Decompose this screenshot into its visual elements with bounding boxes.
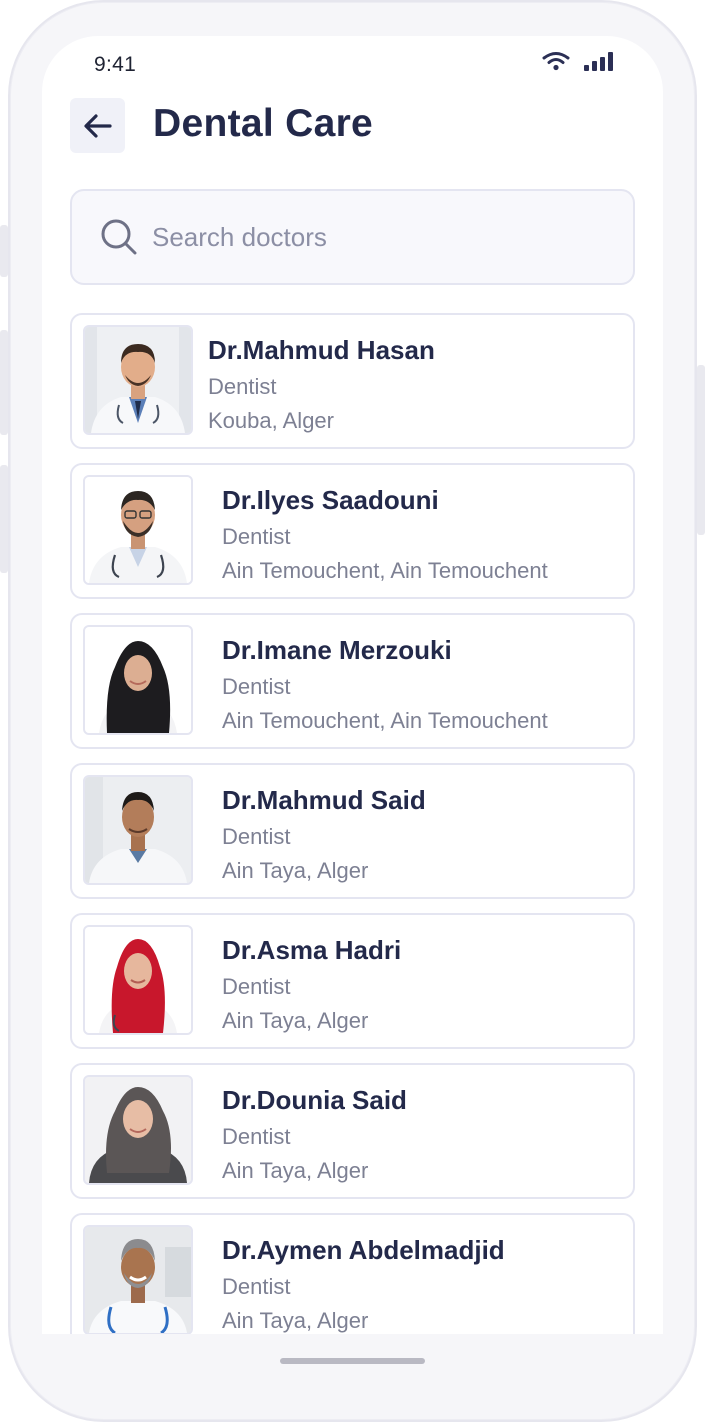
doctor-card[interactable]: Dr.Asma Hadri Dentist Ain Taya, Alger (70, 913, 635, 1049)
page-title: Dental Care (153, 102, 374, 145)
home-indicator-area (42, 1334, 663, 1386)
doctor-location: Ain Taya, Alger (222, 858, 369, 883)
doctor-specialty: Dentist (222, 1274, 291, 1299)
doctor-list: Dr.Mahmud Hasan Dentist Kouba, Alger Dr.… (70, 313, 635, 1334)
volume-down-button (0, 465, 8, 573)
doctor-info: Dr.Dounia Said Dentist Ain Taya, Alger (222, 1085, 407, 1184)
doctor-location: Ain Taya, Alger (222, 1008, 369, 1033)
search-icon (101, 219, 137, 255)
arrow-left-icon (83, 113, 112, 138)
doctor-photo (83, 475, 193, 585)
doctor-card[interactable]: Dr.Mahmud Said Dentist Ain Taya, Alger (70, 763, 635, 899)
doctor-photo (83, 775, 193, 885)
doctor-location: Ain Temouchent, Ain Temouchent (222, 708, 548, 733)
doctor-photo (83, 625, 193, 735)
doctor-specialty: Dentist (222, 974, 291, 999)
doctor-specialty: Dentist (222, 674, 291, 699)
doctor-card[interactable]: Dr.Aymen Abdelmadjid Dentist Ain Taya, A… (70, 1213, 635, 1334)
volume-up-button (0, 330, 8, 435)
doctor-info: Dr.Mahmud Said Dentist Ain Taya, Alger (222, 785, 426, 884)
doctor-name: Dr.Asma Hadri (222, 935, 402, 965)
doctor-name: Dr.Imane Merzouki (222, 635, 452, 665)
doctor-info: Dr.Asma Hadri Dentist Ain Taya, Alger (222, 935, 401, 1034)
doctor-photo (83, 925, 193, 1035)
doctor-card[interactable]: Dr.Ilyes Saadouni Dentist Ain Temouchent… (70, 463, 635, 599)
wifi-icon (542, 52, 570, 71)
doctor-info: Dr.Aymen Abdelmadjid Dentist Ain Taya, A… (222, 1235, 505, 1334)
doctor-specialty: Dentist (208, 374, 277, 399)
doctor-location: Kouba, Alger (208, 408, 334, 433)
doctor-location: Ain Taya, Alger (222, 1308, 369, 1333)
doctor-location: Ain Temouchent, Ain Temouchent (222, 558, 548, 583)
status-time: 9:41 (94, 53, 137, 76)
doctor-name: Dr.Ilyes Saadouni (222, 485, 439, 515)
mute-switch (0, 225, 8, 277)
home-indicator[interactable] (280, 1358, 425, 1364)
doctor-specialty: Dentist (222, 524, 291, 549)
doctor-info: Dr.Mahmud Hasan Dentist Kouba, Alger (208, 335, 435, 434)
doctor-photo (83, 325, 193, 435)
search-bar[interactable] (70, 189, 635, 285)
app-screen: 9:41 Dental Care Search doctors Dr.Mahmu… (42, 36, 663, 1334)
doctor-info: Dr.Ilyes Saadouni Dentist Ain Temouchent… (222, 485, 548, 584)
doctor-name: Dr.Dounia Said (222, 1085, 407, 1115)
doctor-specialty: Dentist (222, 824, 291, 849)
doctor-photo (83, 1075, 193, 1185)
doctor-location: Ain Taya, Alger (222, 1158, 369, 1183)
doctor-card[interactable]: Dr.Mahmud Hasan Dentist Kouba, Alger (70, 313, 635, 449)
search-input[interactable] (152, 221, 612, 253)
doctor-name: Dr.Mahmud Said (222, 785, 426, 815)
doctor-card[interactable]: Dr.Dounia Said Dentist Ain Taya, Alger (70, 1063, 635, 1199)
doctor-name: Dr.Mahmud Hasan (208, 335, 435, 365)
power-button (697, 365, 705, 535)
doctor-photo (83, 1225, 193, 1334)
doctor-info: Dr.Imane Merzouki Dentist Ain Temouchent… (222, 635, 548, 734)
doctor-name: Dr.Aymen Abdelmadjid (222, 1235, 505, 1265)
cellular-signal-icon (584, 51, 616, 71)
back-button[interactable] (70, 98, 125, 153)
doctor-specialty: Dentist (222, 1124, 291, 1149)
doctor-card[interactable]: Dr.Imane Merzouki Dentist Ain Temouchent… (70, 613, 635, 749)
